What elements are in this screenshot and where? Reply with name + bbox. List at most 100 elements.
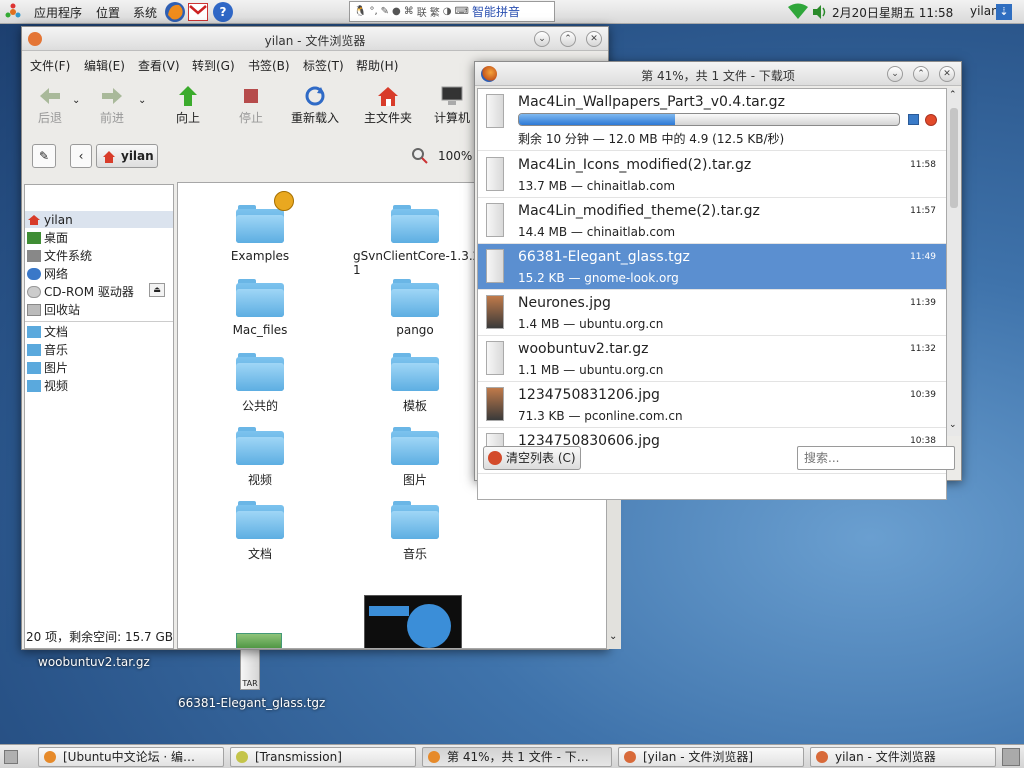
task-file-browser-2[interactable]: yilan - 文件浏览器 [810,747,996,767]
archive-thumbnail[interactable] [236,633,282,648]
scroll-down-icon[interactable]: ⌄ [949,420,957,430]
path-button-home[interactable]: yilan [96,144,158,168]
download-item[interactable]: Mac4Lin_Icons_modified(2).tar.gz 13.7 MB… [478,152,946,198]
show-desktop-icon[interactable] [4,750,18,764]
scroll-down-icon[interactable]: ⌄ [609,631,617,642]
firefox-launcher-icon[interactable] [164,1,186,23]
sidebar-item-cdrom[interactable]: CD-ROM 驱动器 [27,283,134,300]
file-browser-titlebar[interactable]: yilan - 文件浏览器 ⌄ ⌃ ✕ [22,27,608,51]
gmail-launcher-icon[interactable] [188,3,208,21]
search-input[interactable] [797,446,955,470]
download-item[interactable]: woobuntuv2.tar.gz 1.1 MB — ubuntu.org.cn… [478,336,946,382]
fan-icon[interactable]: 繁 [430,4,440,19]
download-item[interactable]: 1234750831206.jpg 71.3 KB — pconline.com… [478,382,946,428]
pen-icon[interactable]: ✎ [381,6,389,17]
download-scrollbar[interactable]: ⌃ ⌄ [947,88,961,436]
task-ubuntu-forum[interactable]: [Ubuntu中文论坛 · 编… [38,747,224,767]
file-item-label[interactable]: 视频 [195,471,325,488]
folder-icon[interactable] [391,427,439,465]
close-button[interactable]: ✕ [939,66,955,82]
folder-icon[interactable] [391,501,439,539]
user-name[interactable]: yilan [970,4,999,18]
download-item[interactable]: Neurones.jpg 1.4 MB — ubuntu.org.cn 11:3… [478,290,946,336]
menu-help[interactable]: 帮助(H) [356,57,398,74]
sidebar-item-yilan[interactable]: yilan [25,211,173,228]
minimize-button[interactable]: ⌄ [887,66,903,82]
file-item-label[interactable]: pango [350,323,480,337]
path-scroll-left-button[interactable]: ‹ [70,144,92,168]
file-item-label[interactable]: Mac_files [195,323,325,337]
menu-system[interactable]: 系统 [133,4,157,21]
folder-icon[interactable] [236,205,284,243]
stop-button[interactable]: 停止 [231,85,271,126]
download-item[interactable]: Mac4Lin_modified_theme(2).tar.gz 14.4 MB… [478,198,946,244]
maximize-button[interactable]: ⌃ [913,66,929,82]
forward-button[interactable]: 前进 [92,85,132,126]
link-icon[interactable]: ⌘ [404,6,414,17]
penguin-icon[interactable]: 🐧 [354,6,366,17]
edit-location-button[interactable]: ✎ [32,144,56,168]
scroll-up-icon[interactable]: ⌃ [949,90,957,100]
clear-list-button[interactable]: 清空列表 (C) [483,446,581,470]
eject-icon[interactable]: ⏏ [149,283,165,297]
fullwidth-icon[interactable]: ● [392,6,401,17]
pause-icon[interactable] [908,114,919,125]
ubuntu-logo-icon[interactable] [4,3,22,21]
menu-view[interactable]: 查看(V) [138,57,180,74]
menu-edit[interactable]: 编辑(E) [84,57,125,74]
downloads-titlebar[interactable]: 第 41%，共 1 文件 - 下载项 ⌄ ⌃ ✕ [475,62,961,86]
punct-icon[interactable]: °, [369,6,377,17]
desktop-icon-elegant-glass[interactable]: 66381-Elegant_glass.tgz [178,696,325,710]
user-switch-icon[interactable]: ⇣ [996,4,1012,20]
folder-icon[interactable] [391,353,439,391]
file-item-label[interactable]: gSvnClientCore-1.3.2-1 [350,249,485,277]
sidebar-bookmark-videos[interactable]: 视频 [27,377,68,394]
wifi-icon[interactable] [786,3,810,21]
task-downloads[interactable]: 第 41%，共 1 文件 - 下… [422,747,612,767]
folder-icon[interactable] [236,353,284,391]
sidebar-item-filesystem[interactable]: 文件系统 [27,247,92,264]
task-file-browser-1[interactable]: [yilan - 文件浏览器] [618,747,804,767]
sidebar-bookmark-music[interactable]: 音乐 [27,341,68,358]
menu-places[interactable]: 位置 [96,4,120,21]
menu-file[interactable]: 文件(F) [30,57,70,74]
maximize-button[interactable]: ⌃ [560,31,576,47]
zoom-out-icon[interactable] [412,148,428,164]
keyboard-icon[interactable]: ⌨ [455,6,469,17]
menu-bookmarks[interactable]: 书签(B) [248,57,290,74]
file-item-label[interactable]: 图片 [350,471,480,488]
ime-label[interactable]: 智能拼音 [472,3,520,20]
sidebar-item-desktop[interactable]: 桌面 [27,229,68,246]
close-button[interactable]: ✕ [586,31,602,47]
folder-icon[interactable] [391,279,439,317]
image-thumbnail[interactable] [364,595,462,648]
help-launcher-icon[interactable]: ? [213,2,233,22]
scroll-thumb[interactable] [950,108,958,208]
folder-icon[interactable] [236,501,284,539]
desktop-icon-woobuntu[interactable]: woobuntuv2.tar.gz [38,655,150,669]
up-button[interactable]: 向上 [168,85,208,126]
folder-icon[interactable] [236,427,284,465]
file-item-label[interactable]: 公共的 [195,397,325,414]
bullet-icon[interactable]: ◑ [443,6,452,17]
volume-icon[interactable] [812,4,828,20]
sidebar-item-trash[interactable]: 回收站 [27,301,80,318]
file-item-label[interactable]: 音乐 [350,545,480,562]
task-transmission[interactable]: [Transmission] [230,747,416,767]
menu-tabs[interactable]: 标签(T) [303,57,344,74]
folder-icon[interactable] [236,279,284,317]
home-button[interactable]: 主文件夹 [360,85,416,126]
sidebar-bookmark-documents[interactable]: 文档 [27,323,68,340]
reload-button[interactable]: 重新载入 [287,85,343,126]
download-item-active[interactable]: Mac4Lin_Wallpapers_Part3_v0.4.tar.gz 剩余 … [478,89,946,151]
menu-applications[interactable]: 应用程序 [34,4,82,21]
computer-button[interactable]: 计算机 [430,85,474,126]
sidebar-bookmark-pictures[interactable]: 图片 [27,359,68,376]
file-item-label[interactable]: Examples [195,249,325,263]
file-item-label[interactable]: 文档 [195,545,325,562]
download-item-selected[interactable]: 66381-Elegant_glass.tgz 15.2 KB — gnome-… [478,244,946,290]
trash-applet-icon[interactable] [1002,748,1020,766]
file-item-label[interactable]: 模板 [350,397,480,414]
forward-history-chevron-icon[interactable]: ⌄ [138,95,146,106]
back-button[interactable]: 后退 [30,85,70,126]
